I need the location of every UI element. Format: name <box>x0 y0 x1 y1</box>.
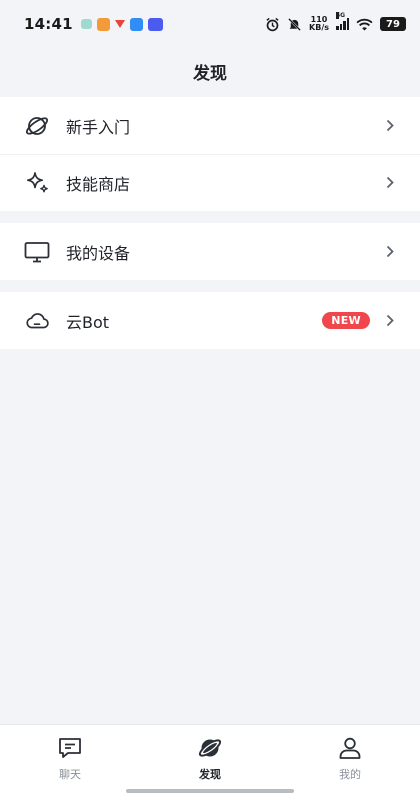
app-icon-blue <box>129 17 143 31</box>
menu-group-cloud: 云Bot NEW <box>0 292 420 349</box>
system-icons: 110 KB/s 5G 79 <box>265 12 406 32</box>
tab-label: 聊天 <box>59 768 81 781</box>
menu-item-label: 我的设备 <box>66 243 131 263</box>
page-header: 发现 <box>0 48 420 94</box>
mute-icon <box>288 17 301 31</box>
menu-item-label: 新手入门 <box>66 117 131 137</box>
status-bar: 14:41 110 KB/s 5G 79 <box>0 0 420 48</box>
user-icon <box>337 735 363 761</box>
menu-group-devices: 我的设备 <box>0 223 420 280</box>
home-indicator[interactable] <box>126 789 294 793</box>
app-icon-indigo <box>147 17 163 31</box>
cloud-icon <box>24 308 50 334</box>
signal-label: 5G <box>336 12 346 19</box>
app-icon-red-arrow <box>114 20 125 28</box>
menu-item-label: 技能商店 <box>66 174 131 194</box>
tab-chat[interactable]: 聊天 <box>0 725 140 800</box>
notification-icons <box>80 17 163 31</box>
net-speed: 110 KB/s <box>309 16 329 32</box>
menu-item-skill-store[interactable]: 技能商店 <box>0 154 420 211</box>
page-title: 发现 <box>193 63 227 84</box>
chevron-right-icon <box>384 314 396 328</box>
chat-icon <box>57 735 83 761</box>
sparkle-icon <box>24 170 50 196</box>
tab-me[interactable]: 我的 <box>280 725 420 800</box>
battery-icon: 79 <box>380 17 406 31</box>
wifi-icon <box>356 18 373 31</box>
tab-label: 发现 <box>199 768 221 781</box>
menu-item-label: 云Bot <box>66 312 110 332</box>
app-icon-orange <box>96 17 110 31</box>
chevron-right-icon <box>384 176 396 190</box>
signal-icon: 5G <box>336 12 349 30</box>
app-icon-teal <box>80 19 92 29</box>
alarm-icon <box>266 17 279 31</box>
net-speed-unit: KB/s <box>309 23 329 32</box>
planet-icon <box>24 113 50 139</box>
status-time: 14:41 <box>24 15 73 33</box>
menu-item-getting-started[interactable]: 新手入门 <box>0 97 420 154</box>
discover-screen: 14:41 110 KB/s 5G 79 发现 新手入门 技能商店 我的设备 云… <box>0 0 420 800</box>
planet-icon <box>197 735 223 761</box>
menu-item-my-devices[interactable]: 我的设备 <box>0 223 420 280</box>
monitor-icon <box>24 239 50 265</box>
tab-label: 我的 <box>339 768 361 781</box>
menu-item-cloud-bot[interactable]: 云Bot NEW <box>0 292 420 349</box>
menu-group-guide: 新手入门 技能商店 <box>0 97 420 211</box>
chevron-right-icon <box>384 245 396 259</box>
chevron-right-icon <box>384 119 396 133</box>
new-badge: NEW <box>322 312 370 329</box>
